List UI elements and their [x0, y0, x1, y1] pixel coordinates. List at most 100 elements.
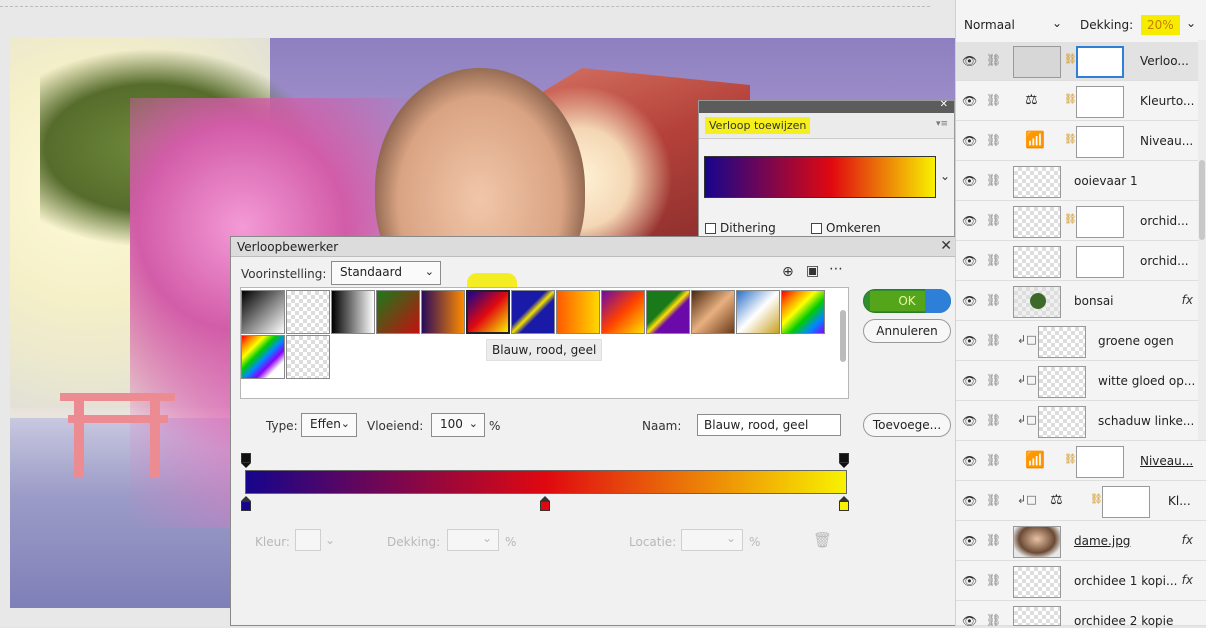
link-icon[interactable]: ⛓ [986, 373, 1001, 387]
cancel-button[interactable]: Annuleren [863, 319, 951, 343]
layer-row[interactable]: 👁 ⛓ ↲□ schaduw linke... [956, 402, 1206, 441]
blend-mode-value[interactable]: Normaal [964, 18, 1015, 32]
layer-row[interactable]: 👁 ⛓ ⛓ Verloo... [956, 42, 1206, 81]
preset-swatch[interactable] [421, 290, 465, 334]
preset-swatch[interactable] [241, 335, 285, 379]
dithering-checkbox[interactable]: Dithering [705, 221, 776, 235]
link-icon[interactable]: ⛓ [986, 333, 1001, 347]
visibility-eye-icon[interactable]: 👁 [962, 534, 977, 548]
layer-row[interactable]: 👁 ⛓ orchidee 2 kopie [956, 602, 1206, 628]
name-input[interactable]: Blauw, rood, geel [697, 414, 841, 436]
visibility-eye-icon[interactable]: 👁 [962, 134, 977, 148]
fx-icon[interactable]: fx [1182, 573, 1193, 587]
opacity-stop[interactable] [241, 453, 251, 468]
layer-row[interactable]: 👁 ⛓ ↲□ witte gloed op... [956, 362, 1206, 401]
visibility-eye-icon[interactable]: 👁 [962, 454, 977, 468]
link-icon[interactable]: ⛓ [986, 533, 1001, 547]
visibility-eye-icon[interactable]: 👁 [962, 374, 977, 388]
color-stop-red[interactable] [540, 496, 550, 511]
preset-swatch[interactable] [601, 290, 645, 334]
link-icon[interactable]: ⛓ [986, 493, 1001, 507]
visibility-eye-icon[interactable]: 👁 [962, 214, 977, 228]
visibility-eye-icon[interactable]: 👁 [962, 494, 977, 508]
visibility-eye-icon[interactable]: 👁 [962, 94, 977, 108]
layer-mask-thumbnail[interactable] [1076, 246, 1124, 278]
visibility-eye-icon[interactable]: 👁 [962, 334, 977, 348]
ok-button[interactable]: OK [863, 289, 951, 313]
layer-mask-thumbnail[interactable] [1076, 126, 1124, 158]
preset-swatch[interactable] [241, 290, 285, 334]
layer-row[interactable]: 👁 ⛓ 📶 ⛓ Niveau... [956, 122, 1206, 161]
visibility-eye-icon[interactable]: 👁 [962, 254, 977, 268]
layer-row[interactable]: 👁 ⛓ orchidee 1 kopi... fx [956, 562, 1206, 601]
add-button[interactable]: Toevoege... [863, 413, 951, 437]
preset-swatch[interactable] [286, 335, 330, 379]
layer-row[interactable]: 👁 ⛓ ⚖ ⛓ Kleurto... [956, 82, 1206, 121]
visibility-eye-icon[interactable]: 👁 [962, 294, 977, 308]
checkbox-box[interactable] [705, 222, 716, 234]
preset-swatch[interactable] [736, 290, 780, 334]
close-icon[interactable]: ✕ [940, 99, 948, 110]
link-icon[interactable]: ⛓ [986, 413, 1001, 427]
preset-swatch-selected[interactable] [466, 290, 510, 334]
layer-row[interactable]: 👁 ⛓ dame.jpg fx [956, 522, 1206, 561]
layer-row[interactable]: 👁 ⛓ ooievaar 1 [956, 162, 1206, 201]
layer-mask-thumbnail[interactable] [1102, 486, 1150, 518]
fx-icon[interactable]: fx [1182, 293, 1193, 307]
preset-swatch[interactable] [286, 290, 330, 334]
fx-icon[interactable]: fx [1182, 533, 1193, 547]
layer-row[interactable]: 👁 ⛓ orchid... [956, 242, 1206, 281]
layer-mask-thumbnail[interactable] [1076, 46, 1124, 78]
layer-row[interactable]: 👁 ⛓ ↲□ groene ogen [956, 322, 1206, 361]
chevron-down-icon[interactable]: ⌄ [1052, 16, 1062, 30]
preset-swatch[interactable] [556, 290, 600, 334]
layer-mask-thumbnail[interactable] [1076, 206, 1124, 238]
chevron-down-icon[interactable]: ⌄ [940, 169, 950, 183]
link-icon[interactable]: ⛓ [986, 573, 1001, 587]
link-icon[interactable]: ⛓ [986, 453, 1001, 467]
link-icon[interactable]: ⛓ [986, 133, 1001, 147]
more-options-icon[interactable]: ⋯ [829, 261, 843, 277]
link-icon[interactable]: ⛓ [986, 293, 1001, 307]
preset-select[interactable]: Standaard ⌄ [331, 261, 441, 285]
link-icon[interactable]: ⛓ [986, 93, 1001, 107]
preset-swatch[interactable] [781, 290, 825, 334]
opacity-value[interactable]: 20% [1141, 15, 1180, 35]
panel-menu-icon[interactable]: ▾≡ [936, 119, 948, 129]
preset-swatch[interactable] [331, 290, 375, 334]
visibility-eye-icon[interactable]: 👁 [962, 54, 977, 68]
link-icon[interactable]: ⛓ [986, 213, 1001, 227]
preset-scrollbar[interactable] [840, 310, 846, 362]
layer-row[interactable]: 👁 ⛓ ⛓ orchid... [956, 202, 1206, 241]
reverse-checkbox[interactable]: Omkeren [811, 221, 881, 235]
checkbox-box[interactable] [811, 222, 822, 234]
preset-swatch[interactable] [511, 290, 555, 334]
add-preset-icon[interactable]: ⊕ [782, 264, 794, 280]
layer-row[interactable]: 👁 ⛓ 📶 ⛓ Niveau... [956, 442, 1206, 481]
preset-swatch[interactable] [376, 290, 420, 334]
layer-mask-thumbnail[interactable] [1076, 86, 1124, 118]
layer-row[interactable]: 👁 ⛓ ↲□ ⚖ ⛓ Kl... [956, 482, 1206, 521]
color-stop-blue[interactable] [241, 496, 251, 511]
opacity-stop[interactable] [839, 453, 849, 468]
chevron-down-icon[interactable]: ⌄ [1186, 16, 1196, 30]
link-icon[interactable]: ⛓ [986, 613, 1001, 627]
gradient-bar[interactable] [245, 470, 847, 494]
link-icon[interactable]: ⛓ [986, 173, 1001, 187]
link-icon[interactable]: ⛓ [986, 253, 1001, 267]
scrollbar-thumb[interactable] [1199, 160, 1205, 240]
type-select[interactable]: Effen ⌄ [301, 413, 357, 437]
preset-swatch[interactable] [691, 290, 735, 334]
gradient-preview[interactable] [704, 156, 936, 198]
visibility-eye-icon[interactable]: 👁 [962, 414, 977, 428]
layers-scrollbar[interactable] [1198, 40, 1206, 440]
layer-row[interactable]: 👁 ⛓ bonsai fx [956, 282, 1206, 321]
layer-mask-thumbnail[interactable] [1076, 446, 1124, 478]
save-icon[interactable]: ▣ [806, 263, 819, 279]
visibility-eye-icon[interactable]: 👁 [962, 574, 977, 588]
preset-swatch[interactable] [646, 290, 690, 334]
close-icon[interactable]: ✕ [940, 238, 952, 254]
link-icon[interactable]: ⛓ [986, 53, 1001, 67]
smoothness-select[interactable]: 100 ⌄ [431, 413, 485, 437]
color-stop-yellow[interactable] [839, 496, 849, 511]
